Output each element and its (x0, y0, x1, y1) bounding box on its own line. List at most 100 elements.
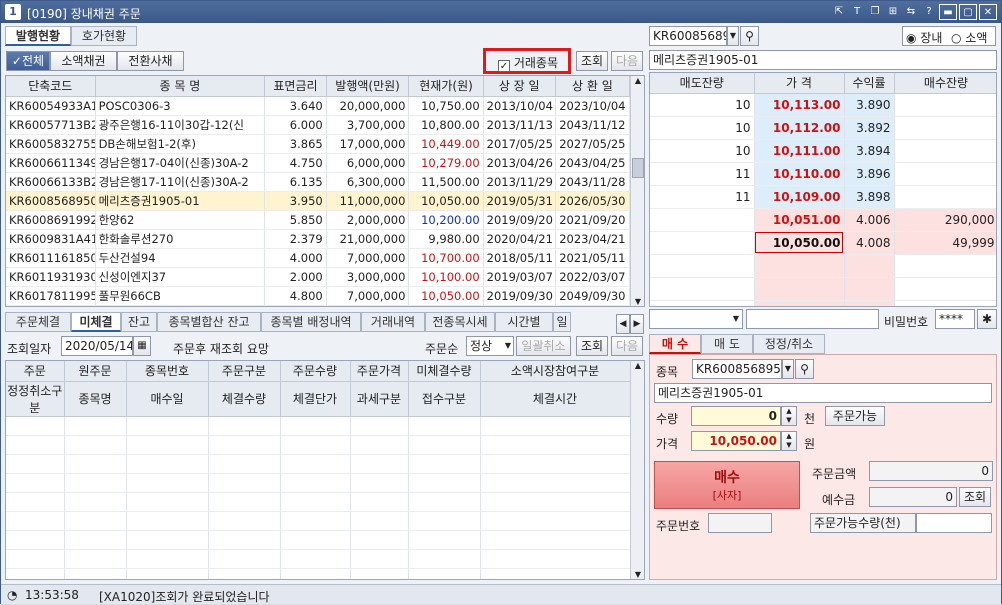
order-tab-0[interactable]: 매 수 (649, 334, 701, 354)
link-icon[interactable]: ⇆ (903, 4, 919, 20)
tab-next-icon[interactable]: ▶ (630, 314, 644, 334)
order-available-button[interactable]: 주문가능 (825, 406, 885, 426)
column-header[interactable]: 원주문 (64, 361, 127, 382)
chevron-down-icon[interactable]: ▼ (727, 26, 739, 46)
copy-icon[interactable]: ❐ (867, 4, 883, 20)
password-input[interactable]: **** (935, 309, 975, 329)
tab-quote-status[interactable]: 호가현황 (71, 26, 137, 46)
column-header[interactable]: 종 목 명 (95, 76, 266, 97)
column-header[interactable]: 주문 (6, 361, 65, 382)
calendar-icon[interactable]: ▦ (133, 336, 151, 356)
tab-bottom-4[interactable]: 종목별 배정내역 (261, 312, 361, 332)
radio-exchange[interactable]: ◉ 장내 (906, 29, 942, 46)
column-header[interactable]: 현재가(원) (408, 76, 484, 97)
bid-row[interactable]: 10,050.00 4.008 49,999 (650, 231, 996, 255)
inquiry2-button[interactable]: 조회 (576, 336, 608, 356)
table-row[interactable]: KR60054933A1 POSC0306-3 3.640 20,000,000 10,… (6, 96, 631, 116)
ask-row[interactable]: 10 10,112.00 3.892 (650, 116, 996, 140)
filter-convertible-button[interactable]: 전환사채 (117, 51, 184, 71)
order-sort-select[interactable]: 정상 ▼ (466, 336, 514, 356)
tab-bottom-6[interactable]: 전종목시세 (425, 312, 495, 332)
scroll-up-icon[interactable]: ▲ (631, 361, 644, 370)
order-tab-2[interactable]: 정정/취소 (753, 334, 825, 354)
unfilled-scrollbar[interactable]: ▲ ▼ (630, 361, 644, 579)
deposit-inquiry-button[interactable]: 조회 (959, 487, 991, 507)
column-header[interactable]: 상 장 일 (483, 76, 556, 97)
column-header[interactable]: 종목번호 (126, 361, 209, 382)
bulk-cancel-button[interactable]: 일괄취소 (516, 336, 571, 356)
bond-list-scrollbar[interactable]: ▲ ▼ (630, 76, 644, 306)
tab-bottom-7[interactable]: 시간별 (495, 312, 553, 332)
column-header[interactable]: 정정취소구분 (6, 381, 65, 417)
column-header[interactable]: 과세구분 (350, 381, 409, 417)
column-header[interactable]: 표면금리 (264, 76, 327, 97)
ask-price[interactable]: 10,110.00 (754, 162, 845, 186)
popout-icon[interactable]: ⇱ (831, 4, 847, 20)
column-header[interactable]: 매수일 (126, 381, 209, 417)
table-row[interactable]: KR6006611349 경남은행17-04이(신종)30A-2 4.750 6,00… (6, 153, 631, 173)
column-header[interactable]: 접수구분 (408, 381, 481, 417)
column-header[interactable]: 체결시간 (480, 381, 631, 417)
scroll-down-icon[interactable]: ▼ (631, 570, 644, 579)
minimize-icon[interactable]: ▬ (939, 4, 957, 20)
tab-bottom-8[interactable]: 일 (553, 312, 571, 332)
ask-row[interactable]: 11 10,110.00 3.896 (650, 162, 996, 186)
code-input[interactable]: KR6008568950 (649, 26, 727, 46)
scroll-up-icon[interactable]: ▲ (631, 76, 644, 85)
account-select[interactable]: ▼ (649, 309, 743, 329)
filter-all-button[interactable]: ✓전체 (6, 51, 50, 71)
column-header[interactable]: 미체결수량 (408, 361, 481, 382)
tab-bottom-3[interactable]: 종목별합산 잔고 (157, 312, 261, 332)
column-header[interactable]: 주문구분 (208, 361, 281, 382)
tab-bottom-2[interactable]: 잔고 (121, 312, 157, 332)
column-header[interactable]: 주문가격 (350, 361, 409, 382)
date-input[interactable]: 2020/05/14 (61, 336, 133, 356)
qty-stepper[interactable]: ▲ ▼ (781, 406, 797, 426)
tab-issue-status[interactable]: 발행현황 (5, 26, 71, 46)
table-row[interactable]: KR6017811995 풀무원66CB 4.800 7,000,000 10,050.… (6, 286, 631, 306)
maximize-icon[interactable]: ▢ (959, 4, 977, 20)
settings-icon[interactable]: ✱ (977, 309, 997, 329)
qty-input[interactable]: 0 (691, 406, 781, 426)
price-stepper[interactable]: ▲ ▼ (781, 431, 797, 451)
ask-price[interactable]: 10,111.00 (754, 139, 845, 163)
table-row[interactable]: KR6011931930 신성이엔지37 2.000 3,000,000 10,100.… (6, 267, 631, 287)
bid-row[interactable]: 10,051.00 4.006 290,000 (650, 208, 996, 232)
close-icon[interactable]: ✕ (979, 4, 997, 20)
bid-price[interactable]: 10,051.00 (754, 208, 845, 232)
column-header[interactable]: 단축코드 (6, 76, 96, 97)
pin-icon[interactable]: ⊞ (885, 4, 901, 20)
next-button[interactable]: 다음 (611, 51, 643, 71)
inquiry-button[interactable]: 조회 (576, 51, 608, 71)
table-row[interactable]: KR60066133B2 경남은행17-11이(신종)30A-2 6.135 6,30… (6, 172, 631, 192)
ask-price[interactable]: 10,113.00 (754, 93, 845, 117)
table-row[interactable]: KR6008691992 한양62 5.850 2,000,000 10,200.00 2… (6, 210, 631, 230)
bid-price[interactable]: 10,050.00 (754, 231, 845, 255)
table-row[interactable]: KR6009831A41 한화솔루션270 2.379 21,000,000 9,980… (6, 229, 631, 249)
help-icon[interactable]: ? (921, 4, 937, 20)
order-tab-1[interactable]: 매 도 (701, 334, 753, 354)
column-header[interactable]: 종목명 (64, 381, 127, 417)
radio-small[interactable]: ○ 소액 (951, 29, 987, 46)
filter-small-bond-button[interactable]: 소액채권 (50, 51, 117, 71)
trade-item-checkbox[interactable]: ✓ 거래종목 (498, 54, 558, 72)
price-input[interactable]: 10,050.00 (691, 431, 781, 451)
column-header[interactable]: 발행액(만원) (326, 76, 410, 97)
column-header[interactable]: 주문수량 (280, 361, 351, 382)
order-code-input[interactable]: KR6008568950 (692, 359, 782, 379)
tab-bottom-0[interactable]: 주문체결 (5, 312, 71, 332)
text-icon[interactable]: T (849, 4, 865, 20)
buy-button[interactable]: 매수 [사자] (654, 461, 800, 509)
chevron-down-icon[interactable]: ▼ (782, 359, 794, 379)
column-header[interactable]: 소액시장참여구분 (480, 361, 631, 382)
ask-row[interactable]: 10 10,111.00 3.894 (650, 139, 996, 163)
scroll-down-icon[interactable]: ▼ (631, 297, 644, 306)
table-row[interactable]: KR60057713B2 광주은행16-11이30갑-12(신 6.000 3,700… (6, 115, 631, 135)
table-row[interactable]: KR6005832755 DB손해보험1-2(후) 3.865 17,000,000 1… (6, 134, 631, 154)
ask-price[interactable]: 10,112.00 (754, 116, 845, 140)
search-icon[interactable]: ⚲ (740, 26, 759, 46)
tab-bottom-5[interactable]: 거래내역 (361, 312, 425, 332)
column-header[interactable]: 체결수량 (208, 381, 281, 417)
ask-row[interactable]: 10 10,113.00 3.890 (650, 93, 996, 117)
ask-price[interactable]: 10,109.00 (754, 185, 845, 209)
